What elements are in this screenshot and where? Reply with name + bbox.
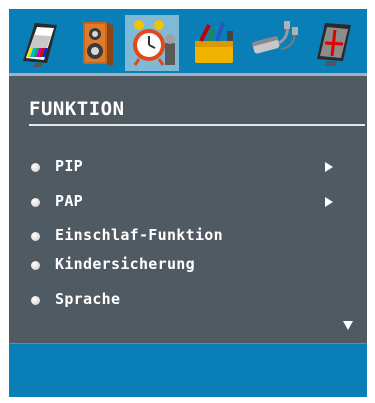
- menu-item-sprache[interactable]: Sprache: [31, 290, 351, 314]
- submenu-arrow-icon: [325, 197, 333, 207]
- menu-item-pip[interactable]: PIP: [31, 157, 351, 181]
- menu-item-einschlaf-funktion[interactable]: Einschlaf-Funktion: [31, 226, 351, 250]
- submenu-arrow-icon: [325, 162, 333, 172]
- bullet-icon: [31, 232, 40, 241]
- function-menu-panel: FUNKTION PIP PAP Einschlaf-Funktion Kind…: [9, 73, 367, 343]
- bullet-icon: [31, 261, 40, 270]
- bullet-icon: [31, 296, 40, 305]
- menu-item-label: PAP: [55, 192, 83, 210]
- info-bar: [9, 343, 367, 397]
- bullet-icon: [31, 163, 40, 172]
- setup-icon[interactable]: [187, 17, 241, 69]
- install-icon[interactable]: [305, 17, 359, 69]
- menu-item-pap[interactable]: PAP: [31, 192, 351, 216]
- sound-icon[interactable]: [69, 17, 123, 69]
- source-icon[interactable]: [247, 17, 301, 69]
- menu-item-kindersicherung[interactable]: Kindersicherung: [31, 255, 351, 279]
- down-arrow-icon[interactable]: [343, 321, 353, 330]
- menu-item-label: Sprache: [55, 290, 121, 308]
- menu-icon-bar: [9, 9, 367, 73]
- menu-item-label: PIP: [55, 157, 83, 175]
- menu-item-label: Einschlaf-Funktion: [55, 226, 223, 244]
- menu-list: PIP PAP Einschlaf-Funktion Kindersicheru…: [9, 76, 367, 346]
- bullet-icon: [31, 198, 40, 207]
- menu-item-label: Kindersicherung: [55, 255, 195, 273]
- picture-icon[interactable]: [13, 17, 67, 69]
- tv-menu-frame: FUNKTION PIP PAP Einschlaf-Funktion Kind…: [9, 9, 367, 397]
- feature-icon[interactable]: [125, 15, 179, 71]
